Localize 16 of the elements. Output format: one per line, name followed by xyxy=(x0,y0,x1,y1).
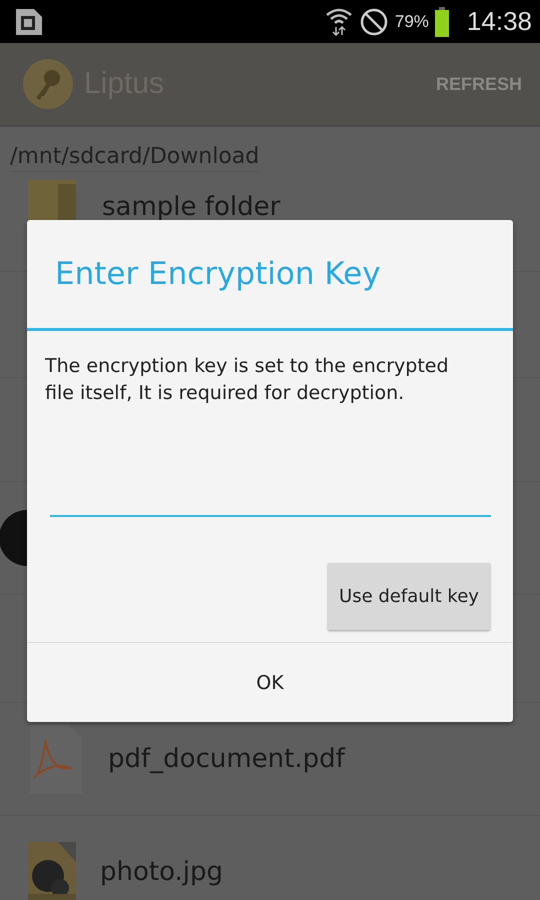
folder-path: /mnt/sdcard/Download xyxy=(10,144,260,172)
wifi-icon xyxy=(324,6,353,36)
battery-icon xyxy=(434,6,449,36)
file-name[interactable]: sample folder xyxy=(102,192,280,222)
use-default-key-button[interactable]: Use default key xyxy=(328,563,490,630)
dialog-title: Enter Encryption Key xyxy=(27,220,513,331)
file-name[interactable]: photo.jpg xyxy=(100,857,224,887)
blocked-icon xyxy=(358,6,389,36)
clock: 14:38 xyxy=(466,6,532,37)
file-name[interactable]: pdf_document.pdf xyxy=(108,744,345,774)
dialog-message: The encryption key is set to the encrypted file itself, It is required for decryption. xyxy=(44,354,450,406)
ok-button[interactable]: OK xyxy=(27,643,513,722)
battery-percent: 79% xyxy=(394,12,429,32)
refresh-button[interactable]: REFRESH xyxy=(432,70,526,98)
sim-card-icon xyxy=(14,6,44,36)
key-logo-icon xyxy=(22,58,74,110)
